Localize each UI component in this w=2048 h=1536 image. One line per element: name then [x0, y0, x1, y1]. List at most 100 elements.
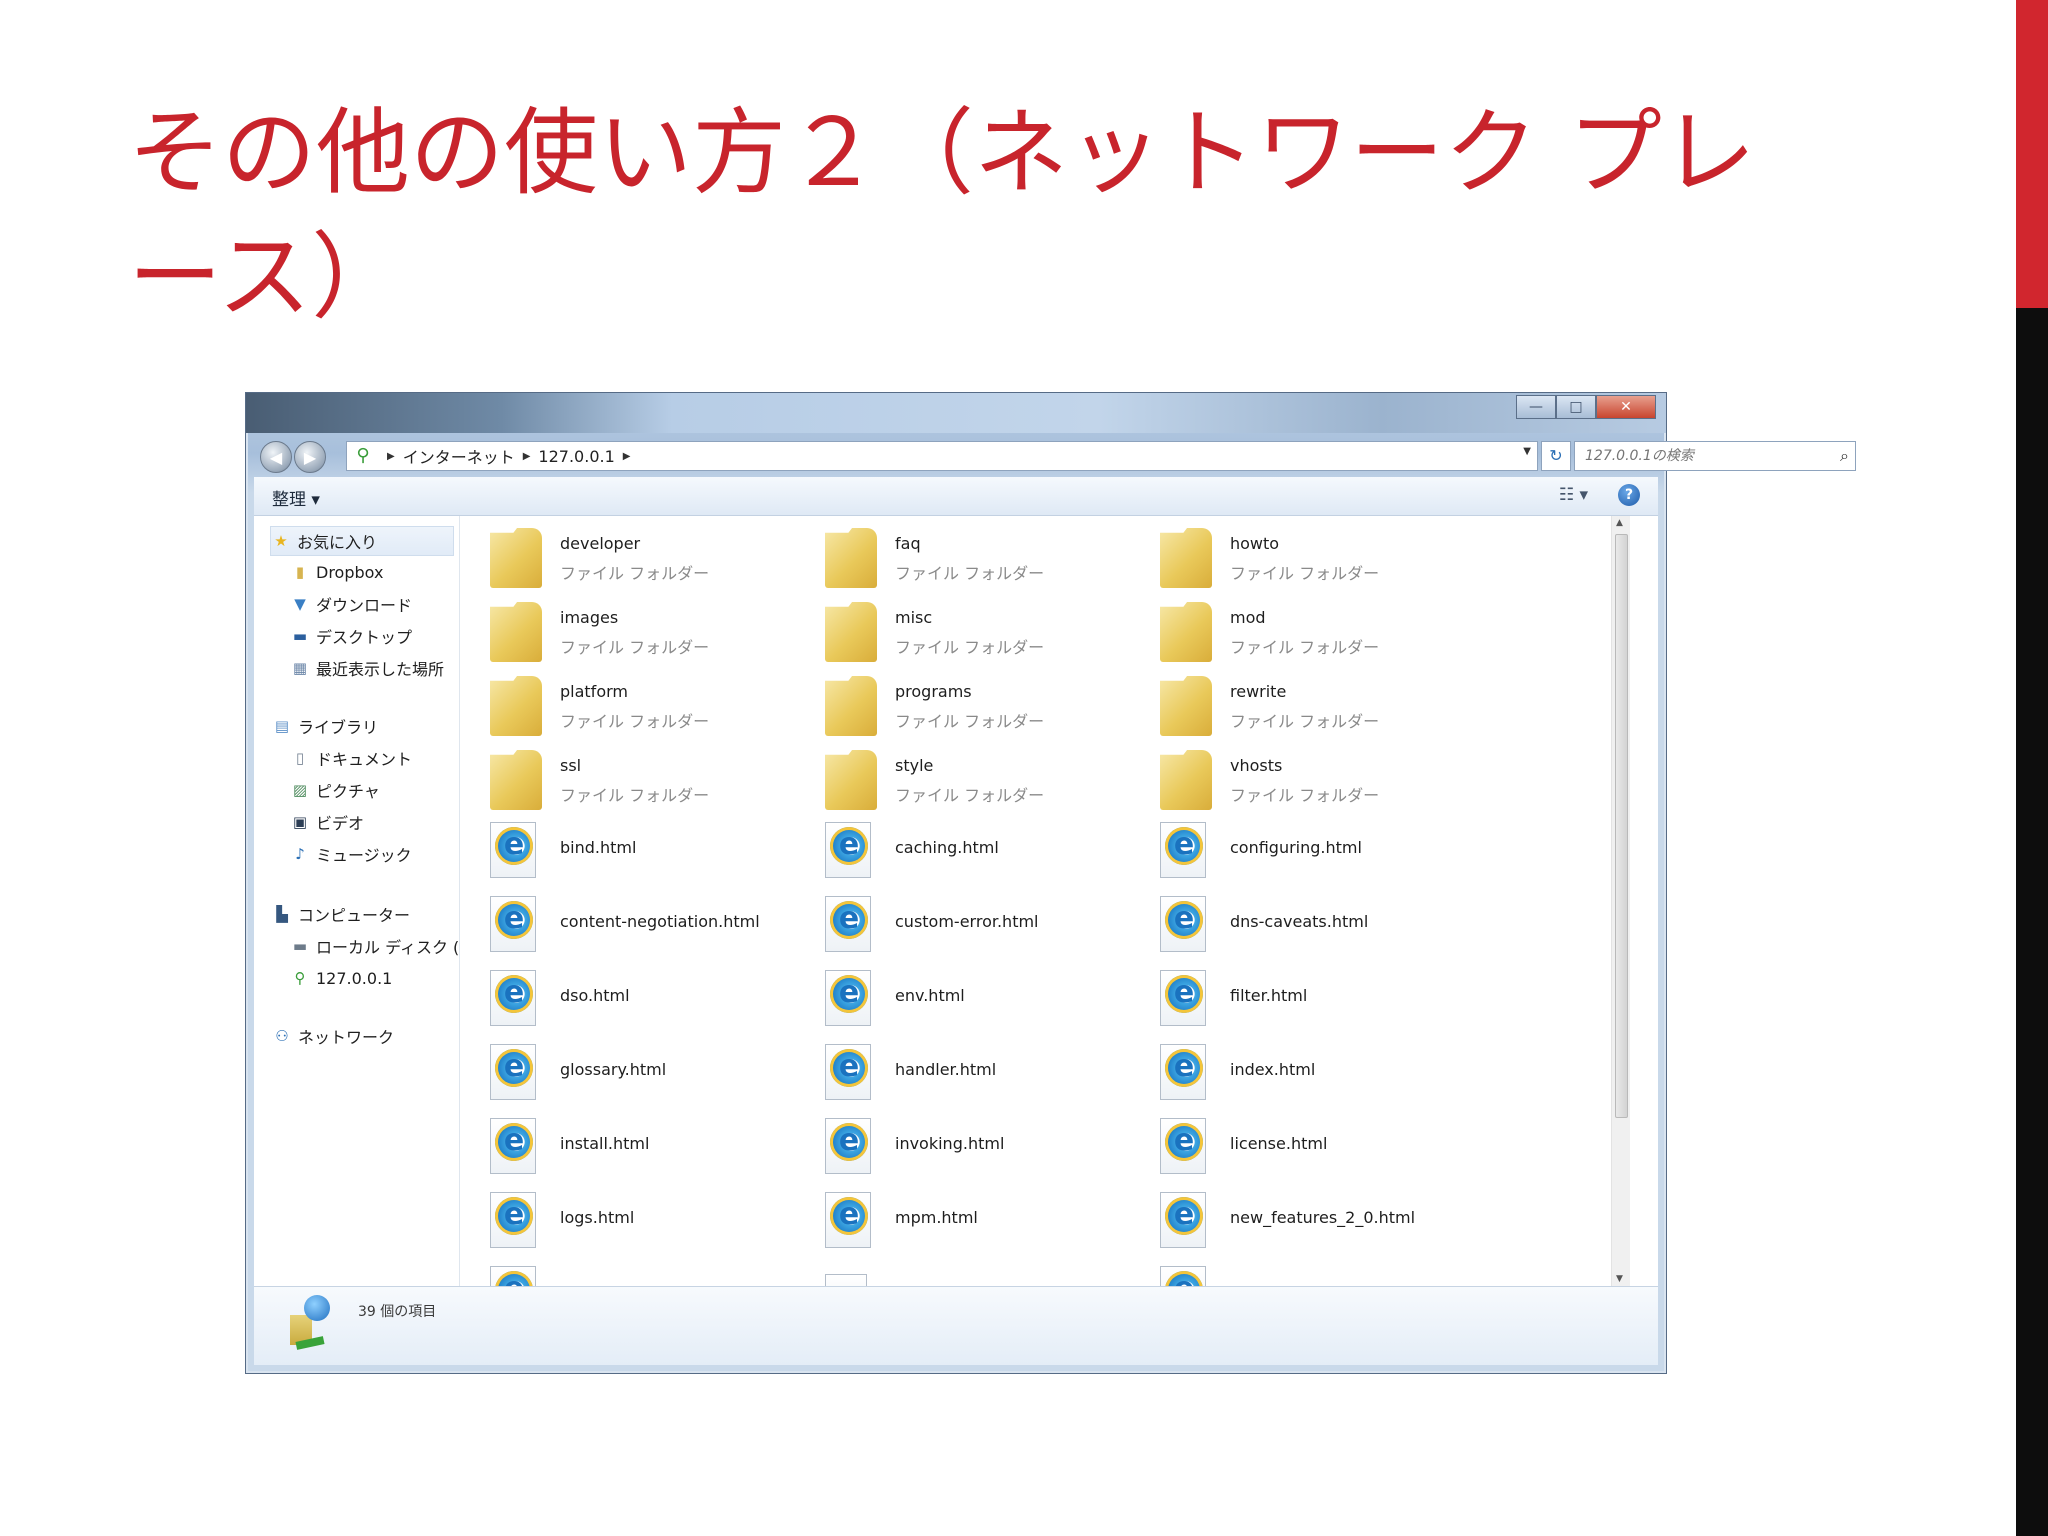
- scroll-up-icon[interactable]: ▲: [1616, 518, 1623, 528]
- html-file-item[interactable]: dso.html: [490, 964, 810, 1034]
- nav-favorites[interactable]: ★ お気に入り: [270, 526, 454, 556]
- address-bar[interactable]: ⚲ ▶ インターネット ▶ 127.0.0.1 ▶ ▼: [346, 441, 1538, 471]
- back-button[interactable]: ◀: [260, 441, 292, 473]
- nav-item-recent[interactable]: ▦ 最近表示した場所: [290, 654, 444, 682]
- organize-button[interactable]: 整理 ▾: [272, 485, 320, 510]
- folder-icon: [1160, 676, 1212, 736]
- folder-item[interactable]: programs ファイル フォルダー: [825, 674, 1145, 744]
- internet-explorer-file-icon: [825, 1192, 871, 1248]
- html-file-item[interactable]: [490, 1260, 810, 1286]
- forward-button[interactable]: ▶: [294, 441, 326, 473]
- network-location-icon: [288, 1295, 332, 1351]
- internet-explorer-file-icon: [1160, 970, 1206, 1026]
- html-file-item[interactable]: bind.html: [490, 816, 810, 886]
- folder-icon: [825, 750, 877, 810]
- folder-item[interactable]: mod ファイル フォルダー: [1160, 600, 1480, 670]
- folder-item[interactable]: developer ファイル フォルダー: [490, 526, 810, 596]
- help-button[interactable]: ?: [1618, 484, 1640, 506]
- nav-item-desktop[interactable]: ▬ デスクトップ: [290, 622, 412, 650]
- folder-icon: [1160, 528, 1212, 588]
- breadcrumb-arrow-icon[interactable]: ▶: [387, 451, 395, 462]
- internet-explorer-file-icon: [1160, 896, 1206, 952]
- internet-explorer-file-icon: [490, 1044, 536, 1100]
- search-box[interactable]: ⌕: [1574, 441, 1856, 471]
- minimize-button[interactable]: —: [1516, 395, 1556, 419]
- nav-item-local-disk[interactable]: ▬ ローカル ディスク (: [290, 932, 459, 960]
- nav-libraries[interactable]: ▤ ライブラリ: [272, 712, 378, 740]
- internet-explorer-file-icon: [1160, 1266, 1206, 1286]
- breadcrumb-host[interactable]: 127.0.0.1: [538, 447, 614, 466]
- internet-explorer-file-icon: [1160, 1192, 1206, 1248]
- search-input[interactable]: [1583, 442, 1827, 470]
- html-file-item[interactable]: filter.html: [1160, 964, 1480, 1034]
- folder-item[interactable]: images ファイル フォルダー: [490, 600, 810, 670]
- close-button[interactable]: ✕: [1596, 395, 1656, 419]
- folder-item[interactable]: faq ファイル フォルダー: [825, 526, 1145, 596]
- network-location-icon: ⚲: [356, 445, 370, 466]
- file-icon: [825, 1274, 867, 1286]
- html-file-item[interactable]: glossary.html: [490, 1038, 810, 1108]
- breadcrumb-arrow-icon[interactable]: ▶: [623, 451, 631, 462]
- html-file-item[interactable]: index.html: [1160, 1038, 1480, 1108]
- hard-drive-icon: ▬: [292, 937, 308, 955]
- folder-icon: [1160, 602, 1212, 662]
- nav-item-documents[interactable]: ▯ ドキュメント: [290, 744, 412, 772]
- nav-computer[interactable]: ▙ コンピューター: [272, 900, 410, 928]
- window-controls: — □ ✕: [1516, 395, 1656, 419]
- folder-item[interactable]: ssl ファイル フォルダー: [490, 748, 810, 818]
- html-file-item[interactable]: [1160, 1260, 1480, 1286]
- html-file-item[interactable]: configuring.html: [1160, 816, 1480, 886]
- html-file-item[interactable]: invoking.html: [825, 1112, 1145, 1182]
- html-file-item[interactable]: custom-error.html: [825, 890, 1145, 960]
- folder-item[interactable]: platform ファイル フォルダー: [490, 674, 810, 744]
- internet-explorer-file-icon: [825, 1118, 871, 1174]
- nav-item-host[interactable]: ⚲ 127.0.0.1: [290, 964, 393, 992]
- html-file-item[interactable]: caching.html: [825, 816, 1145, 886]
- folder-item[interactable]: misc ファイル フォルダー: [825, 600, 1145, 670]
- chevron-down-icon[interactable]: ▼: [1523, 446, 1531, 457]
- computer-icon: ▙: [276, 905, 288, 923]
- nav-item-music[interactable]: ♪ ミュージック: [290, 840, 411, 868]
- nav-item-downloads[interactable]: ▼ ダウンロード: [290, 590, 412, 618]
- slide-title: その他の使い方２（ネットワーク プレース）: [128, 99, 1756, 332]
- internet-explorer-file-icon: [490, 1192, 536, 1248]
- html-file-item[interactable]: logs.html: [490, 1186, 810, 1256]
- html-file-item[interactable]: install.html: [490, 1112, 810, 1182]
- breadcrumb-internet[interactable]: インターネット: [403, 444, 515, 468]
- html-file-item[interactable]: env.html: [825, 964, 1145, 1034]
- html-file-item[interactable]: handler.html: [825, 1038, 1145, 1108]
- folder-item[interactable]: vhosts ファイル フォルダー: [1160, 748, 1480, 818]
- nav-item-pictures[interactable]: ▨ ピクチャ: [290, 776, 380, 804]
- maximize-button[interactable]: □: [1556, 395, 1596, 419]
- folder-item[interactable]: howto ファイル フォルダー: [1160, 526, 1480, 596]
- folder-item[interactable]: rewrite ファイル フォルダー: [1160, 674, 1480, 744]
- html-file-item[interactable]: new_features_2_0.html: [1160, 1186, 1480, 1256]
- nav-network[interactable]: ⚇ ネットワーク: [272, 1022, 394, 1050]
- search-icon[interactable]: ⌕: [1840, 446, 1849, 466]
- desktop-icon: ▬: [292, 627, 308, 645]
- folder-icon: [1160, 750, 1212, 810]
- html-file-item[interactable]: mpm.html: [825, 1186, 1145, 1256]
- folder-icon: [825, 602, 877, 662]
- folder-item[interactable]: style ファイル フォルダー: [825, 748, 1145, 818]
- html-file-item[interactable]: license.html: [1160, 1112, 1480, 1182]
- internet-explorer-file-icon: [1160, 1044, 1206, 1100]
- html-file-item[interactable]: content-negotiation.html: [490, 890, 810, 960]
- nav-item-videos[interactable]: ▣ ビデオ: [290, 808, 364, 836]
- nav-item-dropbox[interactable]: ▮ Dropbox: [290, 558, 384, 586]
- title-bar[interactable]: — □ ✕: [246, 393, 1666, 433]
- vertical-scrollbar[interactable]: ▲ ▼: [1611, 516, 1630, 1286]
- scroll-down-icon[interactable]: ▼: [1616, 1274, 1623, 1284]
- item-count: 39 個の項目: [358, 1304, 437, 1320]
- breadcrumb-arrow-icon[interactable]: ▶: [523, 451, 531, 462]
- scrollbar-thumb[interactable]: [1615, 534, 1628, 1118]
- refresh-icon: ↻: [1549, 446, 1563, 465]
- file-item[interactable]: [825, 1260, 1145, 1286]
- documents-icon: ▯: [295, 749, 305, 767]
- refresh-button[interactable]: ↻: [1541, 441, 1571, 471]
- folder-icon: [825, 676, 877, 736]
- view-options-button[interactable]: ☷ ▾: [1559, 485, 1588, 505]
- network-location-icon: ⚲: [294, 969, 306, 987]
- html-file-item[interactable]: dns-caveats.html: [1160, 890, 1480, 960]
- navigation-pane: ★ お気に入り ▮ Dropbox ▼ ダウンロード ▬ デスクトップ ▦ 最近表示した場…: [254, 516, 460, 1286]
